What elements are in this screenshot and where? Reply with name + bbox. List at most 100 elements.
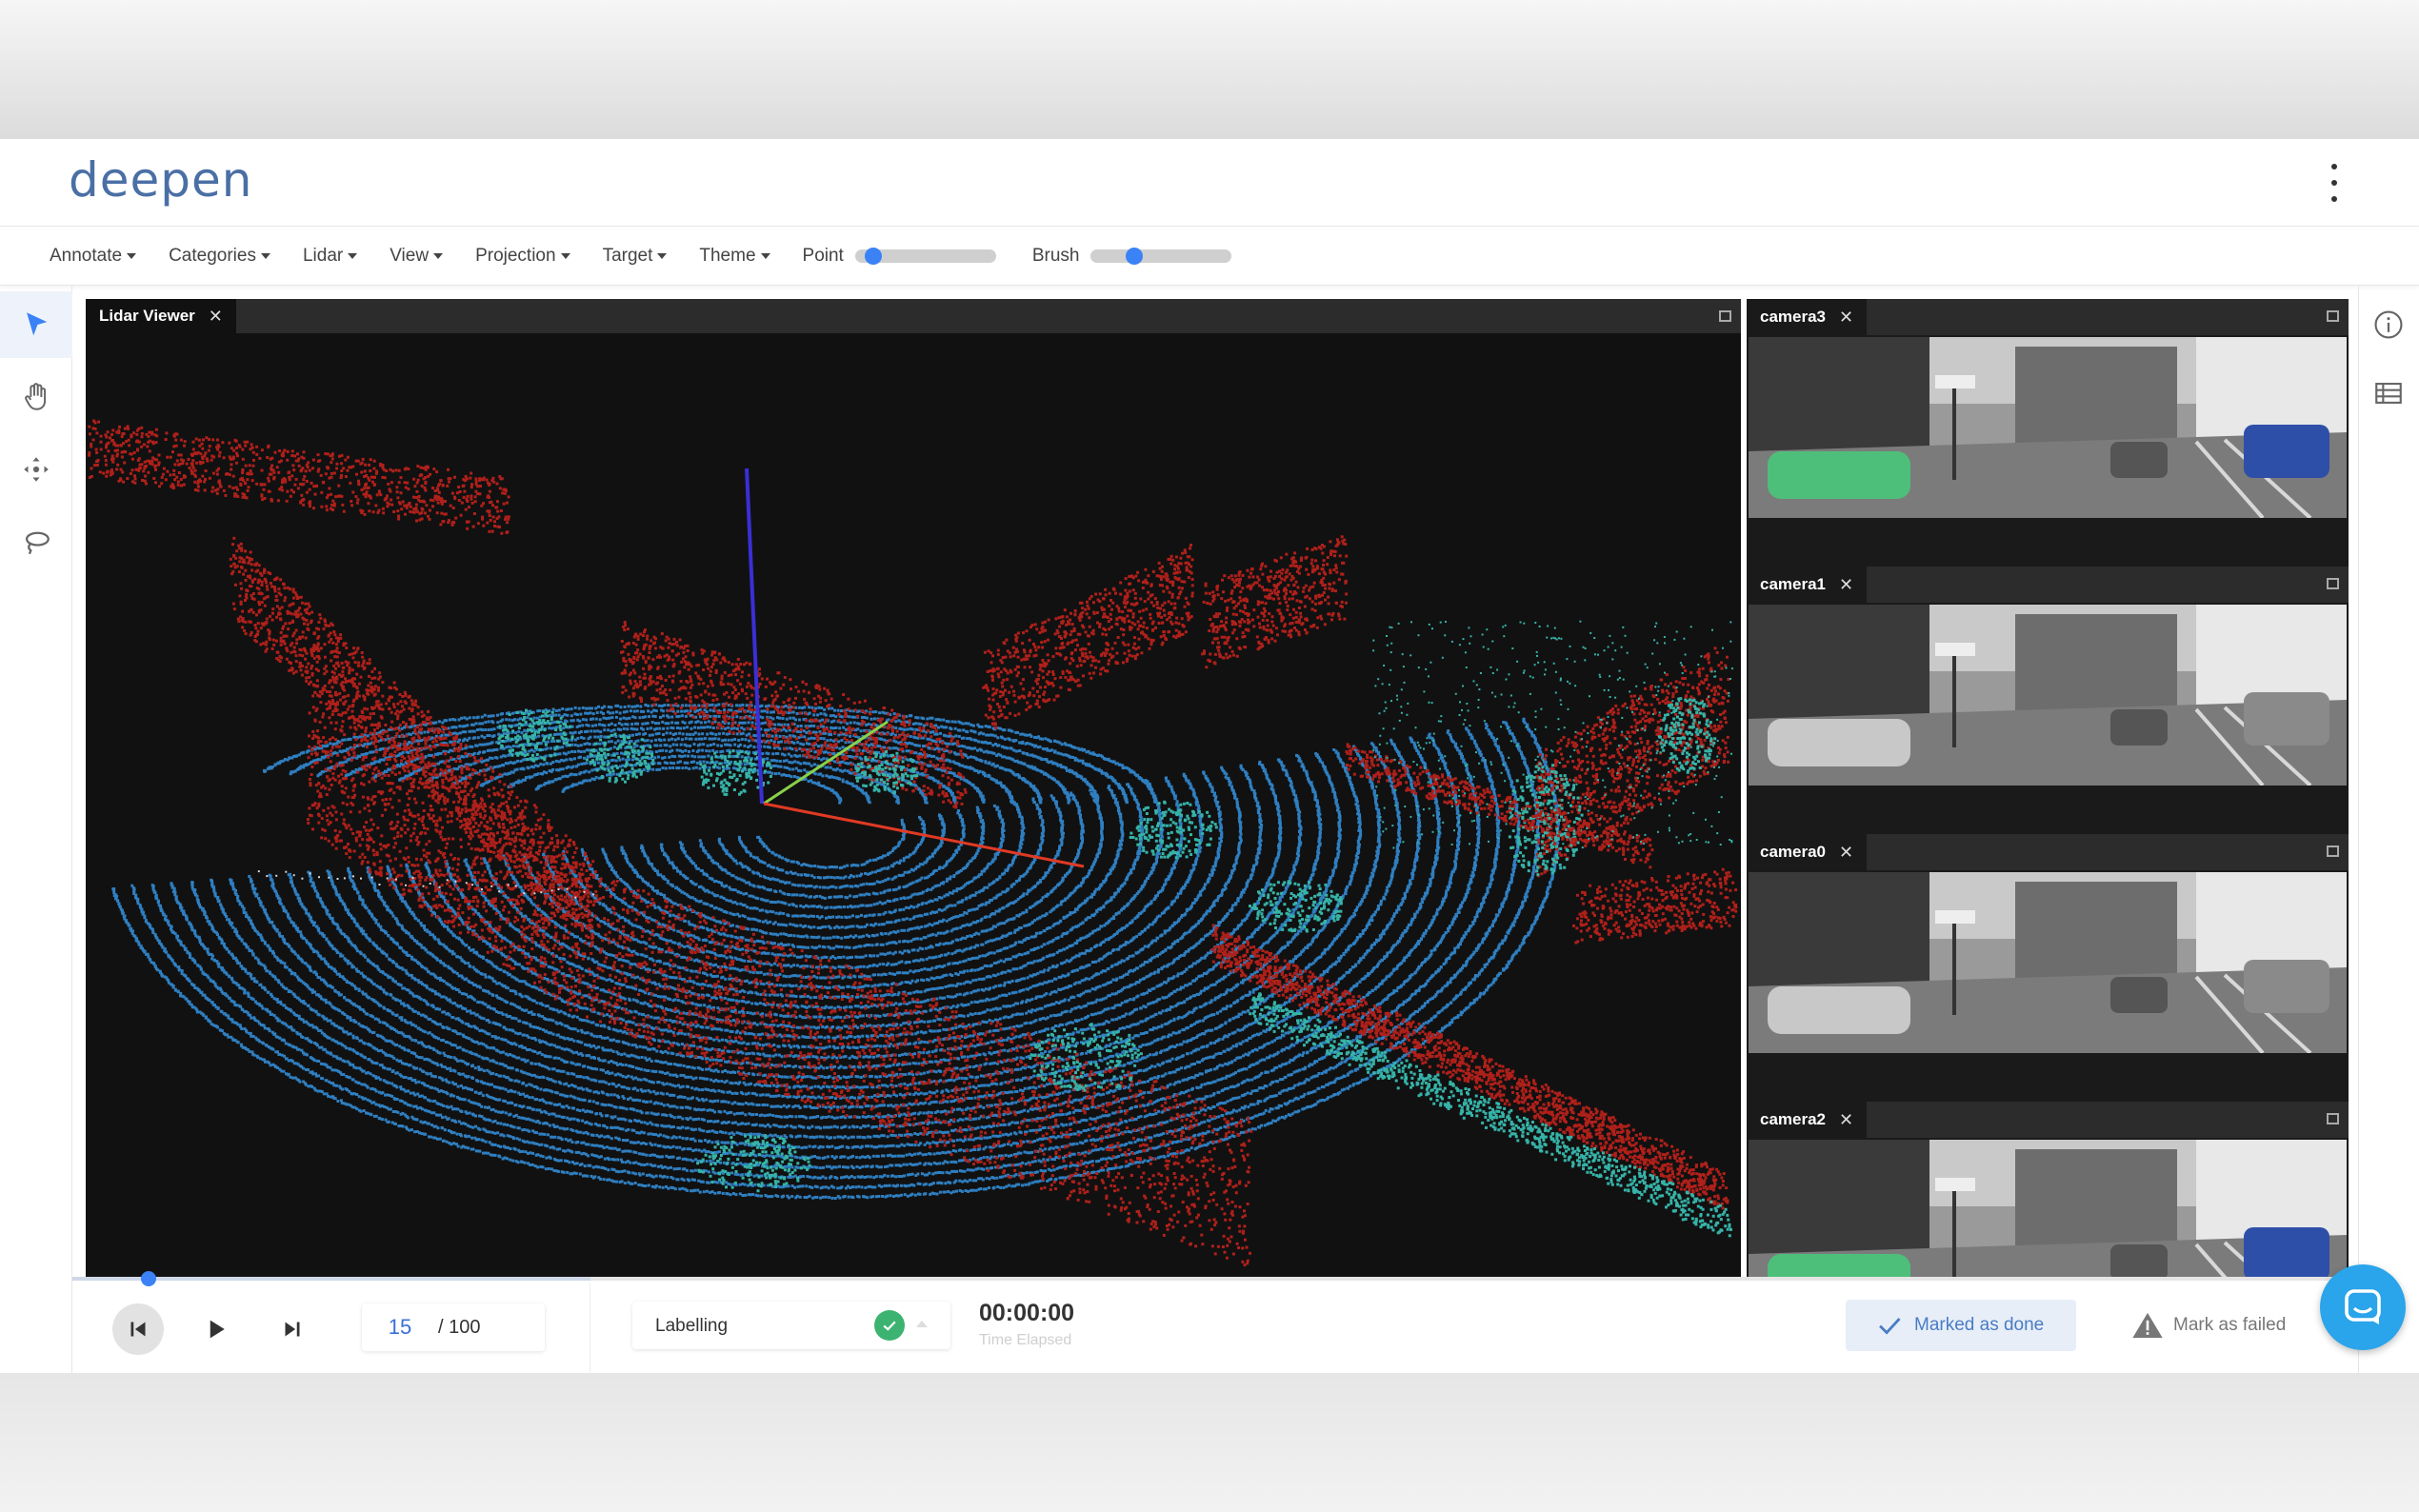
menu-label: Annotate: [50, 246, 122, 267]
timeline-scrubber[interactable]: [72, 1271, 2358, 1286]
warning-icon: [2132, 1312, 2163, 1339]
maximize-icon[interactable]: [2327, 846, 2339, 857]
camera-image: [1749, 1140, 2347, 1278]
left-toolbar: [0, 286, 72, 1373]
caret-down-icon: [260, 252, 270, 259]
timer-value: 00:00:00: [979, 1300, 1074, 1327]
menu-label: View: [390, 246, 429, 267]
lidar-viewer-panel: Lidar Viewer ✕: [86, 299, 1741, 1278]
menu-categories[interactable]: Categories: [169, 246, 270, 267]
playback-controls: 15 / 100: [72, 1283, 590, 1374]
current-frame-input[interactable]: 15: [362, 1315, 438, 1340]
info-icon[interactable]: [2372, 308, 2405, 341]
fail-label: Mark as failed: [2173, 1315, 2286, 1336]
frame-counter: 15 / 100: [362, 1303, 545, 1351]
lidar-point-cloud-canvas[interactable]: [86, 333, 1741, 1278]
mark-as-failed-button[interactable]: Mark as failed: [2131, 1300, 2286, 1351]
skip-next-icon: [285, 1322, 300, 1337]
marked-as-done-button[interactable]: Marked as done: [1846, 1300, 2076, 1351]
play-button[interactable]: [190, 1303, 242, 1355]
panel-tabbar: camera3 ✕: [1747, 299, 2349, 335]
maximize-icon[interactable]: [2327, 310, 2339, 322]
camera-tab[interactable]: camera1 ✕: [1747, 567, 1868, 603]
menu-label: Theme: [699, 246, 755, 267]
bottom-bar: 15 / 100 Labelling 00:00:00 Time Elapsed…: [72, 1271, 2358, 1374]
x-axis-line: [763, 802, 1085, 868]
menu-label: Categories: [169, 246, 256, 267]
check-icon: [1879, 1318, 1901, 1335]
panel-tabbar: camera0 ✕: [1747, 834, 2349, 870]
backdrop-top: [0, 0, 2419, 139]
caret-down-icon: [560, 252, 570, 259]
camera-tab[interactable]: camera3 ✕: [1747, 299, 1868, 335]
skip-next-button[interactable]: [267, 1303, 318, 1355]
caret-down-icon: [127, 252, 137, 259]
maximize-icon[interactable]: [2327, 578, 2339, 589]
move-icon: [24, 457, 49, 482]
skip-previous-icon: [130, 1322, 146, 1337]
brush-size-label: Brush: [1032, 246, 1080, 267]
tab-label: camera3: [1760, 308, 1826, 327]
menu-view[interactable]: View: [390, 246, 444, 267]
tab-label: camera2: [1760, 1110, 1826, 1129]
close-icon[interactable]: ✕: [1839, 843, 1853, 863]
menu-target[interactable]: Target: [603, 246, 668, 267]
timer-caption: Time Elapsed: [979, 1332, 1071, 1349]
tab-label: camera1: [1760, 575, 1826, 594]
menu-annotate[interactable]: Annotate: [50, 246, 137, 267]
camera-image: [1749, 337, 2347, 518]
menu-lidar[interactable]: Lidar: [303, 246, 358, 267]
play-icon: [210, 1320, 225, 1339]
app-window: deepen Annotate Categories Lidar View Pr…: [0, 139, 2419, 1374]
maximize-icon[interactable]: [1719, 310, 1731, 322]
chat-launcher-button[interactable]: [2320, 1264, 2406, 1350]
move-tool[interactable]: [0, 436, 72, 503]
lasso-tool[interactable]: [0, 508, 72, 575]
close-icon[interactable]: ✕: [1839, 308, 1853, 328]
point-cloud: [88, 419, 1738, 1267]
select-tool[interactable]: [0, 291, 72, 358]
caret-down-icon: [760, 252, 770, 259]
camera-panels: camera3 ✕ camera1 ✕ camera0 ✕ camera2 ✕: [1747, 299, 2349, 1278]
lasso-icon: [25, 531, 50, 555]
camera-tab[interactable]: camera2 ✕: [1747, 1102, 1868, 1138]
camera-panel: camera1 ✕: [1747, 567, 2349, 834]
deepen-logo: deepen: [69, 152, 252, 208]
maximize-icon[interactable]: [2327, 1113, 2339, 1124]
brush-size-slider[interactable]: [1090, 247, 1232, 265]
tab-label: Lidar Viewer: [99, 307, 195, 326]
header: deepen: [0, 139, 2419, 227]
hand-pan-icon: [25, 383, 47, 410]
close-icon[interactable]: ✕: [209, 307, 223, 327]
camera-image: [1749, 872, 2347, 1053]
chat-icon: [2345, 1289, 2381, 1324]
skip-previous-button[interactable]: [112, 1303, 164, 1355]
menu-projection[interactable]: Projection: [475, 246, 570, 267]
panel-tabbar: Lidar Viewer ✕: [86, 299, 1741, 333]
more-menu-icon[interactable]: [2329, 164, 2339, 202]
slider-knob[interactable]: [865, 247, 883, 265]
caret-down-icon: [657, 252, 668, 259]
done-label: Marked as done: [1914, 1315, 2044, 1336]
menu-label: Target: [603, 246, 653, 267]
stage-select[interactable]: Labelling: [632, 1302, 950, 1349]
point-size-label: Point: [803, 246, 844, 267]
backdrop-bottom: [0, 1373, 2419, 1512]
tab-label: camera0: [1760, 843, 1826, 862]
pan-tool[interactable]: [0, 364, 72, 430]
select-arrow-icon: [27, 312, 48, 336]
caret-down-icon: [433, 252, 444, 259]
stage-label: Labelling: [655, 1316, 728, 1337]
camera-tab[interactable]: camera0 ✕: [1747, 834, 1868, 870]
slider-knob[interactable]: [1125, 247, 1143, 265]
close-icon[interactable]: ✕: [1839, 575, 1853, 595]
caret-down-icon: [348, 252, 358, 259]
camera-panel: camera0 ✕: [1747, 834, 2349, 1102]
menu-label: Lidar: [303, 246, 343, 267]
close-icon[interactable]: ✕: [1839, 1110, 1853, 1130]
point-size-slider[interactable]: [854, 247, 996, 265]
camera-panel: camera3 ✕: [1747, 299, 2349, 567]
list-icon[interactable]: [2372, 377, 2405, 409]
menu-theme[interactable]: Theme: [699, 246, 770, 267]
lidar-viewer-tab[interactable]: Lidar Viewer ✕: [86, 299, 236, 333]
